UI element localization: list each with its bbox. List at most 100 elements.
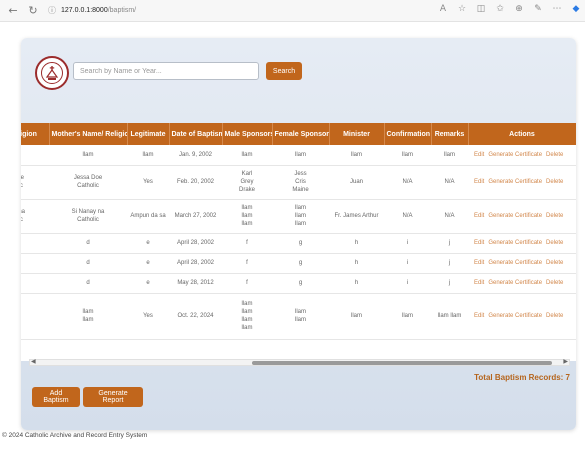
table-row: d e April 28, 2002 f g h i j Edit Generat… bbox=[21, 233, 576, 254]
generate-certificate-link[interactable]: Generate Certificate bbox=[488, 152, 542, 158]
page: Search r/ Religion Mother's Name/ Religi… bbox=[0, 22, 585, 454]
generate-certificate-link[interactable]: Generate Certificate bbox=[488, 179, 542, 185]
cell-remarks: j bbox=[431, 233, 468, 254]
cell-date: Jan. 9, 2002 bbox=[169, 145, 222, 166]
cell-religion: i i bbox=[21, 293, 49, 340]
extensions-icon[interactable]: ✎ bbox=[533, 4, 543, 14]
scroll-left-icon[interactable]: ◀ bbox=[31, 358, 36, 365]
cell-religion: i bbox=[21, 145, 49, 166]
table-row: i llam llam Jan. 9, 2002 llam llam llam … bbox=[21, 145, 576, 166]
cell-mother: d bbox=[49, 273, 127, 294]
cell-religion: loe lic bbox=[21, 165, 49, 200]
cell-legitimate: Yes bbox=[127, 165, 169, 200]
edit-link[interactable]: Edit bbox=[474, 213, 484, 219]
search-button[interactable]: Search bbox=[266, 62, 302, 80]
cell-female-sponsors: Jess Cris Maine bbox=[272, 165, 329, 200]
cell-confirmation: N/A bbox=[384, 165, 431, 200]
cell-date: Feb. 20, 2002 bbox=[169, 165, 222, 200]
cell-mother: d bbox=[49, 253, 127, 274]
search-input[interactable] bbox=[73, 62, 259, 80]
cell-religion bbox=[21, 253, 49, 274]
col-header-confirmation: Confirmation bbox=[384, 123, 432, 145]
table-row: d e May 28, 2012 f g h i j Edit Generate … bbox=[21, 273, 576, 294]
refresh-icon[interactable]: ↻ bbox=[26, 4, 40, 18]
footer-copyright: © 2024 Catholic Archive and Record Entry… bbox=[2, 432, 148, 439]
horizontal-scrollbar[interactable]: ◀ ▶ bbox=[29, 359, 570, 366]
cell-minister: h bbox=[329, 253, 384, 274]
cell-legitimate: e bbox=[127, 273, 169, 294]
cell-female-sponsors: llam llam bbox=[272, 293, 329, 340]
delete-link[interactable]: Delete bbox=[546, 179, 563, 185]
add-baptism-button[interactable]: Add Baptism bbox=[32, 387, 80, 407]
cell-remarks: N/A bbox=[431, 165, 468, 200]
cell-female-sponsors: llam llam llam bbox=[272, 199, 329, 234]
cell-religion bbox=[21, 273, 49, 294]
favorites-icon[interactable]: ✩ bbox=[495, 4, 505, 14]
split-screen-icon[interactable]: ◫ bbox=[476, 4, 486, 14]
delete-link[interactable]: Delete bbox=[546, 213, 563, 219]
address-bar[interactable]: ⓘ 127.0.0.1:8000/baptism/ bbox=[48, 4, 208, 18]
cell-actions: Edit Generate Certificate Delete bbox=[468, 253, 576, 274]
cell-actions: Edit Generate Certificate Delete bbox=[468, 233, 576, 254]
edit-link[interactable]: Edit bbox=[474, 240, 484, 246]
collections-icon[interactable]: ⊕ bbox=[514, 4, 524, 14]
cell-male-sponsors: llam llam llam llam bbox=[222, 293, 272, 340]
favorite-star-icon[interactable]: ☆ bbox=[457, 4, 467, 14]
scroll-right-icon[interactable]: ▶ bbox=[563, 358, 568, 365]
cell-minister: llam bbox=[329, 145, 384, 166]
edit-link[interactable]: Edit bbox=[474, 280, 484, 286]
scrollbar-thumb[interactable] bbox=[252, 361, 552, 365]
edit-link[interactable]: Edit bbox=[474, 179, 484, 185]
edit-link[interactable]: Edit bbox=[474, 260, 484, 266]
url-path: /baptism/ bbox=[107, 7, 137, 14]
delete-link[interactable]: Delete bbox=[546, 240, 563, 246]
delete-link[interactable]: Delete bbox=[546, 313, 563, 319]
cell-male-sponsors: llam llam llam bbox=[222, 199, 272, 234]
back-arrow-icon[interactable]: ← bbox=[6, 4, 20, 18]
delete-link[interactable]: Delete bbox=[546, 152, 563, 158]
cell-female-sponsors: g bbox=[272, 233, 329, 254]
edit-link[interactable]: Edit bbox=[474, 152, 484, 158]
cell-actions: Edit Generate Certificate Delete bbox=[468, 199, 576, 234]
cell-minister: h bbox=[329, 233, 384, 254]
cell-date: Oct. 22, 2024 bbox=[169, 293, 222, 340]
cell-remarks: N/A bbox=[431, 199, 468, 234]
cell-male-sponsors: Karl Grey Drake bbox=[222, 165, 272, 200]
more-menu-icon[interactable]: ⋯ bbox=[552, 4, 562, 14]
delete-link[interactable]: Delete bbox=[546, 280, 563, 286]
total-records: Total Baptism Records: 7 bbox=[474, 373, 570, 382]
generate-certificate-link[interactable]: Generate Certificate bbox=[488, 313, 542, 319]
parish-logo bbox=[35, 56, 69, 90]
edit-link[interactable]: Edit bbox=[474, 313, 484, 319]
cell-confirmation: i bbox=[384, 273, 431, 294]
cell-minister: h bbox=[329, 273, 384, 294]
cell-mother: d bbox=[49, 233, 127, 254]
url-host: 127.0.0.1:8000 bbox=[61, 7, 108, 14]
cell-legitimate: Yes bbox=[127, 293, 169, 340]
cell-legitimate: Ampun da sa bbox=[127, 199, 169, 234]
cell-mother: llam bbox=[49, 145, 127, 166]
generate-certificate-link[interactable]: Generate Certificate bbox=[488, 213, 542, 219]
cell-female-sponsors: llam bbox=[272, 145, 329, 166]
generate-certificate-link[interactable]: Generate Certificate bbox=[488, 240, 542, 246]
col-header-religion: r/ Religion bbox=[21, 123, 50, 145]
generate-certificate-link[interactable]: Generate Certificate bbox=[488, 280, 542, 286]
cell-male-sponsors: llam bbox=[222, 145, 272, 166]
cell-actions: Edit Generate Certificate Delete bbox=[468, 293, 576, 340]
generate-report-button[interactable]: Generate Report bbox=[83, 387, 143, 407]
read-aloud-icon[interactable]: A bbox=[438, 4, 448, 14]
cell-legitimate: e bbox=[127, 233, 169, 254]
records-panel: Search r/ Religion Mother's Name/ Religi… bbox=[21, 38, 576, 430]
cell-confirmation: i bbox=[384, 233, 431, 254]
copilot-icon[interactable]: ◆ bbox=[571, 4, 581, 14]
cell-actions: Edit Generate Certificate Delete bbox=[468, 273, 576, 294]
cell-confirmation: i bbox=[384, 253, 431, 274]
cell-date: May 28, 2012 bbox=[169, 273, 222, 294]
site-info-icon[interactable]: ⓘ bbox=[48, 5, 56, 16]
delete-link[interactable]: Delete bbox=[546, 260, 563, 266]
cell-remarks: llam llam bbox=[431, 293, 468, 340]
cell-confirmation: llam bbox=[384, 145, 431, 166]
col-header-legitimate: Legitimate bbox=[127, 123, 170, 145]
cell-remarks: j bbox=[431, 273, 468, 294]
generate-certificate-link[interactable]: Generate Certificate bbox=[488, 260, 542, 266]
